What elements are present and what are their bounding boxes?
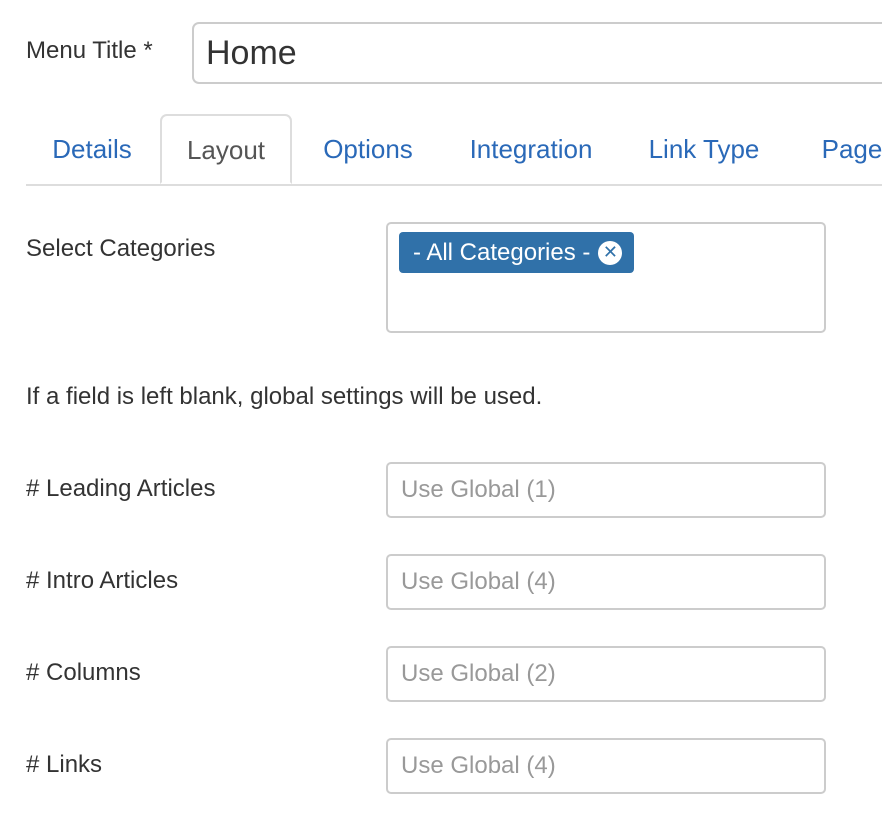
leading-articles-input[interactable] [386, 462, 826, 518]
tab-link-type[interactable]: Link Type [630, 114, 778, 184]
intro-articles-input[interactable] [386, 554, 826, 610]
leading-articles-label: # Leading Articles [26, 475, 216, 502]
columns-label: # Columns [26, 659, 141, 686]
global-settings-note: If a field is left blank, global setting… [26, 383, 543, 410]
category-chip-label: - All Categories - [413, 239, 591, 266]
menu-title-label: Menu Title * [26, 37, 153, 64]
category-chip: - All Categories - ✕ [399, 232, 635, 273]
links-input[interactable] [386, 738, 826, 794]
tab-page[interactable]: Page [802, 114, 882, 184]
intro-articles-label: # Intro Articles [26, 567, 179, 594]
categories-multiselect[interactable]: - All Categories - ✕ [386, 222, 826, 333]
menu-item-edit-form: Menu Title * Details Layout Options Inte… [0, 0, 882, 814]
select-categories-label: Select Categories [26, 235, 216, 262]
tab-integration[interactable]: Integration [450, 114, 612, 184]
links-label: # Links [26, 751, 103, 778]
tab-bar: Details Layout Options Integration Link … [26, 114, 882, 186]
tab-layout[interactable]: Layout [160, 114, 292, 184]
tab-details[interactable]: Details [26, 114, 158, 184]
menu-title-input[interactable] [192, 22, 882, 84]
close-circle-icon[interactable]: ✕ [598, 240, 623, 265]
tab-options[interactable]: Options [302, 114, 434, 184]
columns-input[interactable] [386, 646, 826, 702]
